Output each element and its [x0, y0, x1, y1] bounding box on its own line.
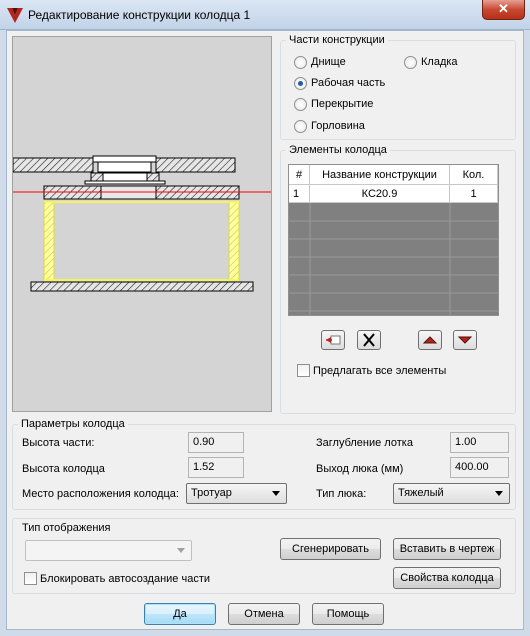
working-part-wall-left	[43, 201, 55, 281]
help-button[interactable]: Помощь	[312, 603, 384, 625]
suggest-all-label[interactable]: Предлагать все элементы	[313, 365, 446, 377]
radio-masonry[interactable]	[404, 56, 417, 69]
bottom-plate	[30, 281, 254, 292]
column-header-name[interactable]: Название конструкции	[310, 165, 450, 185]
delete-icon	[363, 333, 375, 347]
radio-neck-label[interactable]: Горловина	[311, 120, 365, 132]
lock-autocreate-label[interactable]: Блокировать автосоздание части	[40, 573, 210, 585]
hatch-type-select[interactable]: Тяжелый	[393, 483, 510, 504]
lock-autocreate-checkbox[interactable]	[24, 572, 37, 585]
radio-working-part[interactable]	[294, 77, 307, 90]
well-preview-canvas	[12, 36, 272, 412]
column-header-qty[interactable]: Кол.	[450, 165, 498, 185]
slab-top-left	[12, 157, 94, 173]
move-up-icon	[422, 336, 438, 344]
display-group-title: Тип отображения	[22, 522, 111, 534]
close-button[interactable]: ✕	[482, 0, 525, 20]
app-logo-icon	[5, 5, 25, 25]
part-height-label: Высота части:	[22, 437, 95, 449]
elements-group-title: Элементы колодца	[286, 144, 390, 156]
hatch-exit-field[interactable]: 400.00	[450, 457, 509, 478]
radio-working-part-label[interactable]: Рабочая часть	[311, 77, 385, 89]
slab-top-right	[155, 157, 236, 173]
well-properties-button[interactable]: Свойства колодца	[393, 567, 501, 589]
insert-into-drawing-button[interactable]: Вставить в чертеж	[393, 538, 501, 560]
table-cell-qty[interactable]: 1	[450, 185, 498, 203]
part-height-field[interactable]: 0.90	[188, 432, 244, 453]
move-up-button[interactable]	[418, 330, 442, 350]
move-down-icon	[457, 336, 473, 344]
delete-row-button[interactable]	[357, 330, 381, 350]
insert-row-button[interactable]	[321, 330, 345, 350]
suggest-all-checkbox[interactable]	[297, 364, 310, 377]
table-cell-num[interactable]: 1	[289, 185, 310, 203]
table-empty-rows	[289, 203, 498, 315]
display-type-select	[25, 540, 192, 561]
table-cell-name[interactable]: КС20.9	[310, 185, 450, 203]
chevron-down-icon	[495, 491, 503, 496]
chevron-down-icon	[177, 548, 185, 553]
location-select-value: Тротуар	[191, 487, 232, 499]
column-header-num[interactable]: #	[289, 165, 310, 185]
radio-cover-label[interactable]: Перекрытие	[311, 98, 373, 110]
generate-button[interactable]: Сгенерировать	[280, 538, 381, 560]
insert-row-icon	[326, 335, 341, 345]
radio-masonry-label[interactable]: Кладка	[421, 56, 458, 68]
radio-neck[interactable]	[294, 120, 307, 133]
well-height-field[interactable]: 1.52	[188, 457, 244, 478]
well-height-label: Высота колодца	[22, 463, 105, 475]
parts-group-title: Части конструкции	[286, 34, 388, 46]
tray-depth-field[interactable]: 1.00	[450, 432, 509, 453]
hatch-type-label: Тип люка:	[316, 488, 367, 500]
location-select[interactable]: Тротуар	[186, 483, 287, 504]
move-down-button[interactable]	[453, 330, 477, 350]
radio-cover[interactable]	[294, 98, 307, 111]
hatch-type-select-value: Тяжелый	[398, 487, 444, 499]
window-title: Редактирование конструкции колодца 1	[28, 8, 251, 22]
hatch-exit-label: Выход люка (мм)	[316, 463, 404, 475]
params-group-title: Параметры колодца	[18, 418, 128, 430]
ok-button[interactable]: Да	[144, 603, 216, 625]
chevron-down-icon	[272, 491, 280, 496]
working-part-wall-right	[228, 201, 240, 281]
elements-table[interactable]: # Название конструкции Кол. 1 КС20.9 1	[288, 164, 499, 316]
radio-bottom[interactable]	[294, 56, 307, 69]
radio-bottom-label[interactable]: Днище	[311, 56, 346, 68]
cancel-button[interactable]: Отмена	[228, 603, 300, 625]
tray-depth-label: Заглубление лотка	[316, 437, 413, 449]
location-label: Место расположения колодца:	[22, 488, 179, 500]
